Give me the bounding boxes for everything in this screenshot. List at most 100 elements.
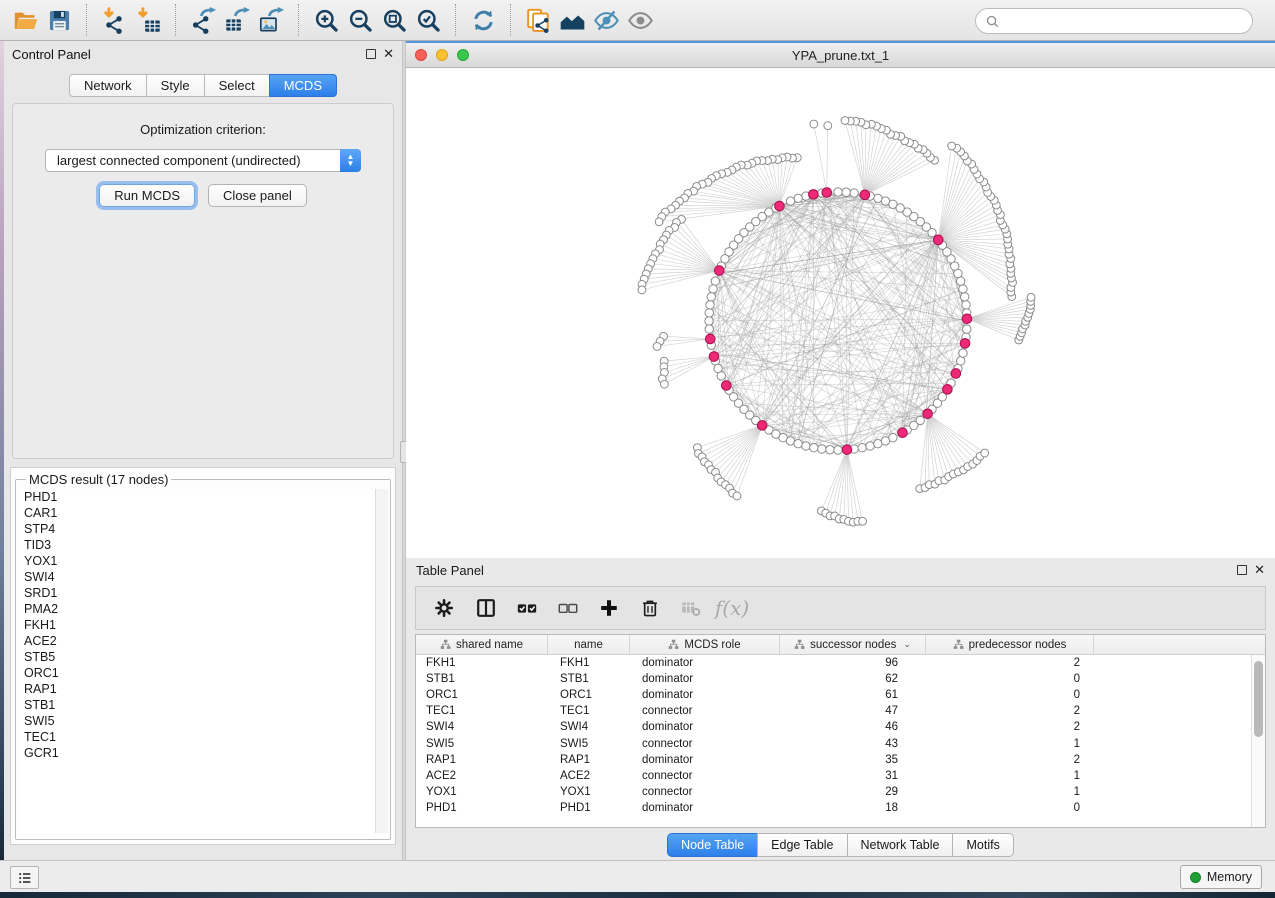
network-node[interactable] xyxy=(963,325,971,333)
network-node[interactable] xyxy=(717,372,725,380)
export-table-button[interactable] xyxy=(220,3,254,37)
tab-motifs[interactable]: Motifs xyxy=(952,833,1013,857)
network-node[interactable] xyxy=(826,446,834,454)
network-node[interactable] xyxy=(859,517,867,525)
table-float-panel-icon[interactable] xyxy=(1237,565,1247,575)
trash-button[interactable] xyxy=(633,591,667,625)
tab-network[interactable]: Network xyxy=(69,74,146,97)
network-node[interactable] xyxy=(834,188,842,196)
table-row[interactable]: STB1STB1dominator620 xyxy=(416,671,1251,687)
tab-mcds[interactable]: MCDS xyxy=(269,74,337,97)
network-node[interactable] xyxy=(956,357,964,365)
network-node[interactable] xyxy=(962,301,970,309)
network-hub-node[interactable] xyxy=(943,385,953,395)
network-hub-node[interactable] xyxy=(809,190,819,200)
network-hub-node[interactable] xyxy=(705,334,715,344)
network-hub-node[interactable] xyxy=(822,188,832,198)
network-node[interactable] xyxy=(850,189,858,197)
table-row[interactable]: YOX1YOX1connector291 xyxy=(416,784,1251,800)
column-header-name[interactable]: name xyxy=(548,635,630,654)
split-panel-button[interactable] xyxy=(469,591,503,625)
network-hub-node[interactable] xyxy=(842,445,852,455)
overview-button[interactable] xyxy=(555,3,589,37)
network-node[interactable] xyxy=(961,293,969,301)
mcds-result-item[interactable]: FKH1 xyxy=(22,617,388,633)
network-canvas[interactable] xyxy=(406,68,1275,558)
mcds-result-item[interactable]: STP4 xyxy=(22,521,388,537)
network-node[interactable] xyxy=(705,325,713,333)
table-row[interactable]: ORC1ORC1dominator610 xyxy=(416,687,1251,703)
gear-button[interactable] xyxy=(428,591,462,625)
refresh-button[interactable] xyxy=(466,3,500,37)
optimization-criterion-select[interactable]: largest connected component (undirected)… xyxy=(45,149,361,172)
mcds-result-list[interactable]: PHD1CAR1STP4TID3YOX1SWI4SRD1PMA2FKH1ACE2… xyxy=(22,489,388,833)
network-node[interactable] xyxy=(959,285,967,293)
zoom-fit-button[interactable] xyxy=(377,3,411,37)
network-hub-node[interactable] xyxy=(951,369,961,379)
zoom-selected-button[interactable] xyxy=(411,3,445,37)
close-panel-icon[interactable]: ✕ xyxy=(383,49,394,59)
chevron-down-icon[interactable]: ⌄ xyxy=(903,639,911,650)
network-node[interactable] xyxy=(889,434,897,442)
network-hub-node[interactable] xyxy=(714,266,724,276)
network-titlebar[interactable]: YPA_prune.txt_1 xyxy=(406,43,1275,68)
network-node[interactable] xyxy=(834,446,842,454)
table-row[interactable]: RAP1RAP1dominator352 xyxy=(416,752,1251,768)
table-row[interactable]: PHD1PHD1dominator180 xyxy=(416,800,1251,816)
search-input[interactable] xyxy=(1005,14,1243,28)
table-row[interactable]: FKH1FKH1dominator962 xyxy=(416,655,1251,671)
mcds-result-item[interactable]: STB5 xyxy=(22,649,388,665)
network-node[interactable] xyxy=(810,120,818,128)
network-node[interactable] xyxy=(874,194,882,202)
save-button[interactable] xyxy=(42,3,76,37)
tab-network-table[interactable]: Network Table xyxy=(847,833,953,857)
tab-style[interactable]: Style xyxy=(146,74,204,97)
table-row[interactable]: SWI4SWI4dominator462 xyxy=(416,719,1251,735)
network-node[interactable] xyxy=(818,445,826,453)
network-node[interactable] xyxy=(824,122,832,130)
network-node[interactable] xyxy=(660,380,668,388)
import-network-button[interactable] xyxy=(97,3,131,37)
network-hub-node[interactable] xyxy=(960,339,970,349)
network-node[interactable] xyxy=(858,444,866,452)
table-row[interactable]: ACE2ACE2connector311 xyxy=(416,768,1251,784)
export-image-button[interactable] xyxy=(254,3,288,37)
mcds-result-item[interactable]: STB1 xyxy=(22,697,388,713)
network-hub-node[interactable] xyxy=(721,381,731,391)
network-node[interactable] xyxy=(638,286,646,294)
network-node[interactable] xyxy=(705,317,713,325)
mcds-result-item[interactable]: PHD1 xyxy=(22,489,388,505)
open-button[interactable] xyxy=(8,3,42,37)
tab-edge-table[interactable]: Edge Table xyxy=(757,833,846,857)
network-node[interactable] xyxy=(1027,293,1035,301)
network-hub-node[interactable] xyxy=(923,409,933,419)
network-node[interactable] xyxy=(810,444,818,452)
network-node[interactable] xyxy=(709,285,717,293)
network-view[interactable] xyxy=(406,68,1275,558)
network-hub-node[interactable] xyxy=(775,201,785,211)
add-button[interactable] xyxy=(592,591,626,625)
mcds-result-item[interactable]: SRD1 xyxy=(22,585,388,601)
close-panel-button[interactable]: Close panel xyxy=(208,184,307,207)
mcds-result-item[interactable]: GCR1 xyxy=(22,745,388,761)
table-row[interactable]: SWI5SWI5connector431 xyxy=(416,735,1251,751)
hide-details-button[interactable] xyxy=(589,3,623,37)
network-node[interactable] xyxy=(794,439,802,447)
column-header-successor-nodes[interactable]: successor nodes⌄ xyxy=(780,635,926,654)
mcds-list-scrollbar[interactable] xyxy=(375,489,388,833)
mcds-result-item[interactable]: PMA2 xyxy=(22,601,388,617)
mcds-result-item[interactable]: SWI4 xyxy=(22,569,388,585)
network-hub-node[interactable] xyxy=(860,190,870,200)
network-node[interactable] xyxy=(802,442,810,450)
mcds-result-item[interactable]: TEC1 xyxy=(22,729,388,745)
search-box[interactable] xyxy=(975,8,1253,34)
network-node[interactable] xyxy=(707,293,715,301)
task-history-button[interactable] xyxy=(10,866,39,889)
zoom-out-button[interactable] xyxy=(343,3,377,37)
column-header-shared-name[interactable]: shared name xyxy=(416,635,548,654)
memory-button[interactable]: Memory xyxy=(1180,865,1262,889)
mcds-result-item[interactable]: RAP1 xyxy=(22,681,388,697)
network-node[interactable] xyxy=(981,449,989,457)
mcds-result-item[interactable]: YOX1 xyxy=(22,553,388,569)
network-hub-node[interactable] xyxy=(757,421,767,431)
